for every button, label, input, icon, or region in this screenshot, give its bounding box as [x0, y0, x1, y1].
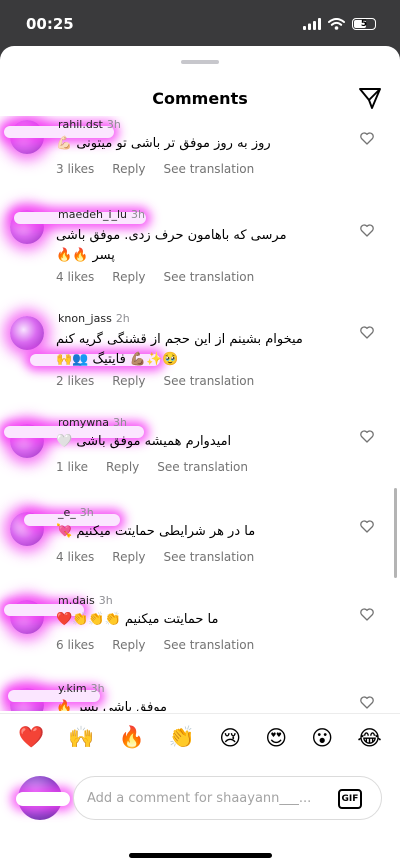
comment-meta: 6 likes Reply See translation	[56, 638, 254, 652]
comments-sheet: Comments rahil.dst 3h روز به روز موفق تر …	[0, 46, 400, 867]
comment-username[interactable]: rahil.dst 3h	[58, 118, 121, 131]
reply-button[interactable]: Reply	[112, 162, 145, 176]
comment-composer: GIF	[0, 762, 400, 832]
comment-username[interactable]: y.kim 3h	[58, 682, 105, 695]
heart-icon[interactable]	[360, 696, 374, 709]
see-translation-button[interactable]: See translation	[164, 374, 255, 388]
reply-button[interactable]: Reply	[112, 374, 145, 388]
emoji-heart-button[interactable]: ❤️	[18, 725, 44, 750]
emoji-crying-button[interactable]: 😢	[219, 726, 241, 750]
sheet-title: Comments	[152, 89, 248, 108]
status-time: 00:25	[26, 15, 74, 33]
comment-text: امیدوارم همیشه موفق باشی 🤍	[56, 434, 232, 449]
comment-username[interactable]: _e_ 3h	[58, 506, 94, 519]
emoji-raised-hands-button[interactable]: 🙌	[68, 725, 94, 750]
status-icons: 5	[303, 18, 376, 30]
battery-icon: 5	[352, 18, 376, 30]
status-bar: 00:25 5	[0, 0, 400, 48]
heart-icon[interactable]	[360, 608, 374, 621]
scrollbar[interactable]	[394, 488, 397, 578]
redaction-scribble	[16, 792, 70, 806]
comment-text: میخوام بشینم از این حجم از قشنگی گریه کن…	[56, 332, 303, 367]
signal-icon	[303, 18, 321, 30]
emoji-surprised-button[interactable]: 😮	[311, 726, 333, 750]
comment-username[interactable]: m.dais 3h	[58, 594, 113, 607]
comment-username[interactable]: knon_jass 2h	[58, 312, 130, 325]
likes-count[interactable]: 3 likes	[56, 162, 94, 176]
heart-icon[interactable]	[360, 326, 374, 339]
heart-icon[interactable]	[360, 520, 374, 533]
comment-text: موفق باشی پسر 🔥	[56, 700, 168, 711]
likes-count[interactable]: 4 likes	[56, 270, 94, 284]
comments-list[interactable]: rahil.dst 3h روز به روز موفق تر باشی تو م…	[0, 116, 400, 711]
see-translation-button[interactable]: See translation	[164, 270, 255, 284]
home-indicator	[129, 853, 272, 858]
send-icon[interactable]	[358, 86, 382, 110]
comment-text: ما حمایتت میکنیم 👏👏👏❤️	[56, 612, 219, 627]
gif-button[interactable]: GIF	[338, 789, 362, 809]
heart-icon[interactable]	[360, 132, 374, 145]
see-translation-button[interactable]: See translation	[164, 638, 255, 652]
emoji-clap-button[interactable]: 👏	[169, 725, 195, 750]
comment-meta: 3 likes Reply See translation	[56, 162, 254, 176]
quick-emoji-bar: ❤️ 🙌 🔥 👏 😢 😍 😮 😂	[0, 713, 400, 761]
likes-count[interactable]: 6 likes	[56, 638, 94, 652]
comment-text: ما در هر شرایطی حمایتت میکنیم 💘	[56, 524, 256, 539]
heart-icon[interactable]	[360, 430, 374, 443]
avatar[interactable]	[10, 316, 44, 350]
comment-input[interactable]	[73, 776, 382, 820]
comment-text: مرسی که باهامون حرف زدی. موفق باشی پسر 🔥…	[56, 228, 287, 263]
battery-level: 5	[360, 19, 368, 29]
likes-count[interactable]: 2 likes	[56, 374, 94, 388]
comment-text: روز به روز موفق تر باشی تو میتونی 💪🏻	[56, 136, 271, 151]
heart-icon[interactable]	[360, 224, 374, 237]
comment-meta: 2 likes Reply See translation	[56, 374, 254, 388]
wifi-icon	[328, 18, 345, 30]
comment-meta: 4 likes Reply See translation	[56, 270, 254, 284]
emoji-fire-button[interactable]: 🔥	[119, 725, 145, 750]
reply-button[interactable]: Reply	[112, 550, 145, 564]
reply-button[interactable]: Reply	[112, 638, 145, 652]
see-translation-button[interactable]: See translation	[164, 550, 255, 564]
comment-username[interactable]: maedeh_i_lu 3h	[58, 208, 145, 221]
see-translation-button[interactable]: See translation	[164, 162, 255, 176]
comment-meta: 1 like Reply See translation	[56, 460, 248, 474]
likes-count[interactable]: 1 like	[56, 460, 88, 474]
emoji-laughing-button[interactable]: 😂	[357, 726, 382, 750]
comment-meta: 4 likes Reply See translation	[56, 550, 254, 564]
likes-count[interactable]: 4 likes	[56, 550, 94, 564]
reply-button[interactable]: Reply	[112, 270, 145, 284]
sheet-grabber[interactable]	[181, 60, 219, 64]
see-translation-button[interactable]: See translation	[157, 460, 248, 474]
comment-username[interactable]: romywna 3h	[58, 416, 127, 429]
emoji-heart-eyes-button[interactable]: 😍	[265, 726, 287, 750]
reply-button[interactable]: Reply	[106, 460, 139, 474]
